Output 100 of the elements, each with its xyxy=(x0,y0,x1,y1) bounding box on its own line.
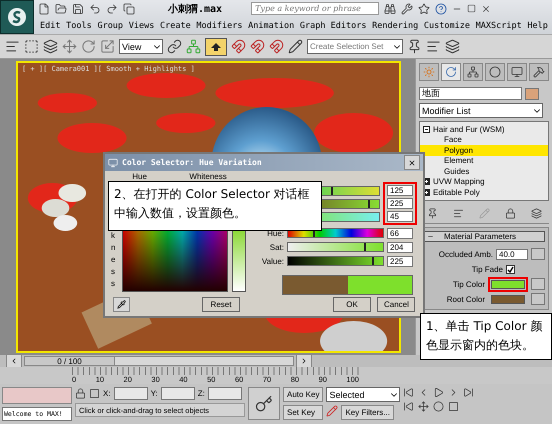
spinner-field[interactable]: 40.0 xyxy=(496,248,528,260)
select-by-name-icon[interactable] xyxy=(5,39,20,54)
search-field[interactable]: Type a keyword or phrase xyxy=(251,2,380,15)
redo-icon[interactable] xyxy=(106,2,118,14)
menu-item[interactable]: Modifiers xyxy=(196,20,242,30)
menu-item[interactable]: Group xyxy=(97,20,124,30)
keyboard-shortcut-toggle[interactable] xyxy=(205,38,227,56)
menu-item[interactable]: Customize xyxy=(424,20,470,30)
go-to-start-icon[interactable] xyxy=(403,387,414,398)
menu-item[interactable]: Create xyxy=(160,20,191,30)
slider-marker[interactable] xyxy=(364,243,366,251)
close-icon[interactable] xyxy=(481,4,492,14)
coordinate-field[interactable] xyxy=(114,387,148,400)
snap-icon[interactable] xyxy=(231,39,246,54)
value-spinner[interactable]: 66 xyxy=(387,228,413,238)
motion-tab[interactable] xyxy=(485,63,505,81)
rollout-header[interactable]: Material Parameters xyxy=(423,230,545,242)
time-slider-thumb[interactable]: 0 / 100 xyxy=(25,357,115,365)
pan-icon[interactable] xyxy=(418,401,430,412)
binoculars-icon[interactable] xyxy=(384,2,396,14)
undo-icon[interactable] xyxy=(89,2,101,14)
angle-snap-icon[interactable] xyxy=(250,39,265,54)
value-spinner[interactable]: 125 xyxy=(387,185,413,196)
key-filters-button[interactable]: Key Filters... xyxy=(341,405,394,420)
value-spinner[interactable]: 45 xyxy=(387,211,413,222)
eyedropper-button[interactable] xyxy=(113,297,130,312)
auto-key-button[interactable]: Auto Key xyxy=(283,387,324,402)
time-slider-track[interactable]: 0 / 100 xyxy=(24,356,294,366)
checkbox[interactable] xyxy=(506,264,515,274)
maximize-viewport-icon[interactable] xyxy=(448,401,460,412)
menu-item[interactable]: Edit xyxy=(40,20,60,30)
modify-icon xyxy=(445,66,457,78)
color-slider[interactable] xyxy=(287,242,384,252)
save-icon[interactable] xyxy=(72,2,84,14)
folder-icon[interactable] xyxy=(55,2,67,14)
menu-item[interactable]: MAXScript xyxy=(476,20,522,30)
menu-item[interactable]: Views xyxy=(128,20,154,30)
whiteness-bar[interactable] xyxy=(232,230,246,292)
set-key-mode-button[interactable] xyxy=(248,387,280,420)
map-button[interactable] xyxy=(531,293,545,305)
lock-icon[interactable] xyxy=(75,388,86,399)
view-dropdown[interactable]: View xyxy=(119,39,163,54)
file-title: 小刺猬.max xyxy=(168,2,222,16)
maxscript-listener-field[interactable] xyxy=(2,387,72,404)
stack-item-label: UVW Mapping xyxy=(433,177,485,186)
percent-snap-icon[interactable] xyxy=(269,39,284,54)
pin-icon[interactable] xyxy=(426,208,438,218)
slider-marker[interactable] xyxy=(372,257,374,265)
ok-button[interactable]: OK xyxy=(333,297,371,312)
slider-marker[interactable] xyxy=(330,186,333,194)
rotate-icon[interactable] xyxy=(81,39,96,54)
app-logo[interactable] xyxy=(0,0,34,34)
curve-icon[interactable] xyxy=(326,405,338,417)
cancel-button[interactable]: Cancel xyxy=(377,297,415,312)
eyedropper-icon xyxy=(117,300,126,309)
key-mode-dropdown[interactable]: Selected xyxy=(326,387,400,402)
menu-item[interactable]: Tools xyxy=(66,20,92,30)
go-to-end-icon[interactable] xyxy=(463,387,474,398)
menu-item[interactable]: Graph Editors xyxy=(300,20,366,30)
timeline-ruler[interactable] xyxy=(72,367,359,375)
map-button[interactable] xyxy=(531,248,545,260)
value-spinner[interactable]: 225 xyxy=(387,256,413,266)
sub-object-item[interactable]: Polygon xyxy=(420,145,548,156)
menu-item[interactable]: Help xyxy=(527,20,548,30)
hierarchy-tab[interactable] xyxy=(463,63,483,81)
scale-icon[interactable] xyxy=(100,39,115,54)
color-swatch[interactable] xyxy=(491,294,525,304)
set-key-button[interactable]: Set Key xyxy=(283,405,324,420)
selection-set-dropdown[interactable]: Create Selection Set xyxy=(307,39,403,54)
expand-toggle-icon[interactable] xyxy=(423,126,430,133)
object-color-swatch[interactable] xyxy=(525,88,539,100)
reset-button[interactable]: Reset xyxy=(202,297,240,312)
color-swatch[interactable] xyxy=(491,280,525,288)
coordinate-field[interactable] xyxy=(208,387,242,400)
new-file-icon[interactable] xyxy=(38,2,50,14)
slider-marker[interactable] xyxy=(368,200,370,208)
star-icon[interactable] xyxy=(418,2,430,14)
modifier-list-dropdown[interactable]: Modifier List xyxy=(419,103,543,118)
modify-tab[interactable] xyxy=(441,63,461,81)
display-tab[interactable] xyxy=(507,63,527,81)
color-slider[interactable] xyxy=(287,256,384,266)
sub-object-item[interactable]: Face xyxy=(420,134,548,145)
help-icon[interactable] xyxy=(435,2,448,14)
play-icon[interactable] xyxy=(433,387,444,398)
coordinate-label: Z: xyxy=(198,389,205,398)
dialog-close-button[interactable] xyxy=(404,155,420,170)
marquee-icon[interactable] xyxy=(24,39,39,54)
maximize-icon[interactable] xyxy=(467,4,476,13)
menu-item[interactable]: Rendering xyxy=(372,20,418,30)
menu-item[interactable]: Animation xyxy=(248,20,294,30)
utilities-tab[interactable] xyxy=(529,63,549,81)
layer-icon[interactable] xyxy=(445,39,460,54)
wrench-icon[interactable] xyxy=(401,2,414,14)
map-button[interactable] xyxy=(531,278,545,290)
value-spinner[interactable]: 225 xyxy=(387,198,413,209)
coordinate-field[interactable] xyxy=(160,387,195,400)
hue-blackness-picker[interactable] xyxy=(122,230,228,292)
value-spinner[interactable]: 204 xyxy=(387,242,413,252)
stack-item[interactable]: Hair and Fur (WSM) xyxy=(420,124,548,134)
object-name-field[interactable]: 地面 xyxy=(419,87,522,100)
